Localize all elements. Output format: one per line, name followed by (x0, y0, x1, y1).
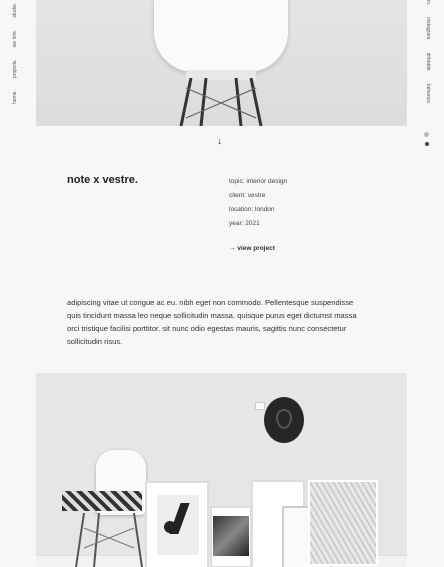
interior-photo (36, 373, 407, 567)
scroll-down-icon[interactable]: ↓ (217, 136, 222, 147)
theme-toggle-dark-icon[interactable] (425, 142, 429, 146)
social-dribbble[interactable]: dribbble. (425, 53, 431, 72)
nav-home[interactable]: home. (12, 90, 18, 104)
social-linkedin[interactable]: in. (425, 0, 431, 5)
project-year: year: 2021 (229, 220, 260, 227)
project-client: client: vestre (229, 192, 266, 199)
nav-studio[interactable]: studio. (12, 3, 18, 18)
social-instagram[interactable]: instagram. (425, 17, 431, 40)
chair-photo (36, 0, 407, 126)
project-meta: topic: interior design client: vestre lo… (229, 175, 287, 231)
social-behance[interactable]: behance. (425, 84, 431, 105)
project-location: location: london (229, 206, 275, 213)
view-project-link[interactable]: → view project (229, 245, 275, 252)
project-topic: topic: interior design (229, 178, 288, 185)
theme-toggle-light-icon[interactable] (424, 132, 429, 137)
project-description: adipiscing vitae ut congue ac eu. nibh e… (67, 298, 357, 346)
social-nav: in. instagram. dribbble. behance. (425, 0, 431, 104)
nav-projects[interactable]: projects. (12, 59, 18, 78)
project-title: note x vestre. (67, 174, 138, 186)
left-nav: home. projects. we hire. studio. (12, 3, 18, 104)
nav-we-hire[interactable]: we hire. (12, 30, 18, 48)
